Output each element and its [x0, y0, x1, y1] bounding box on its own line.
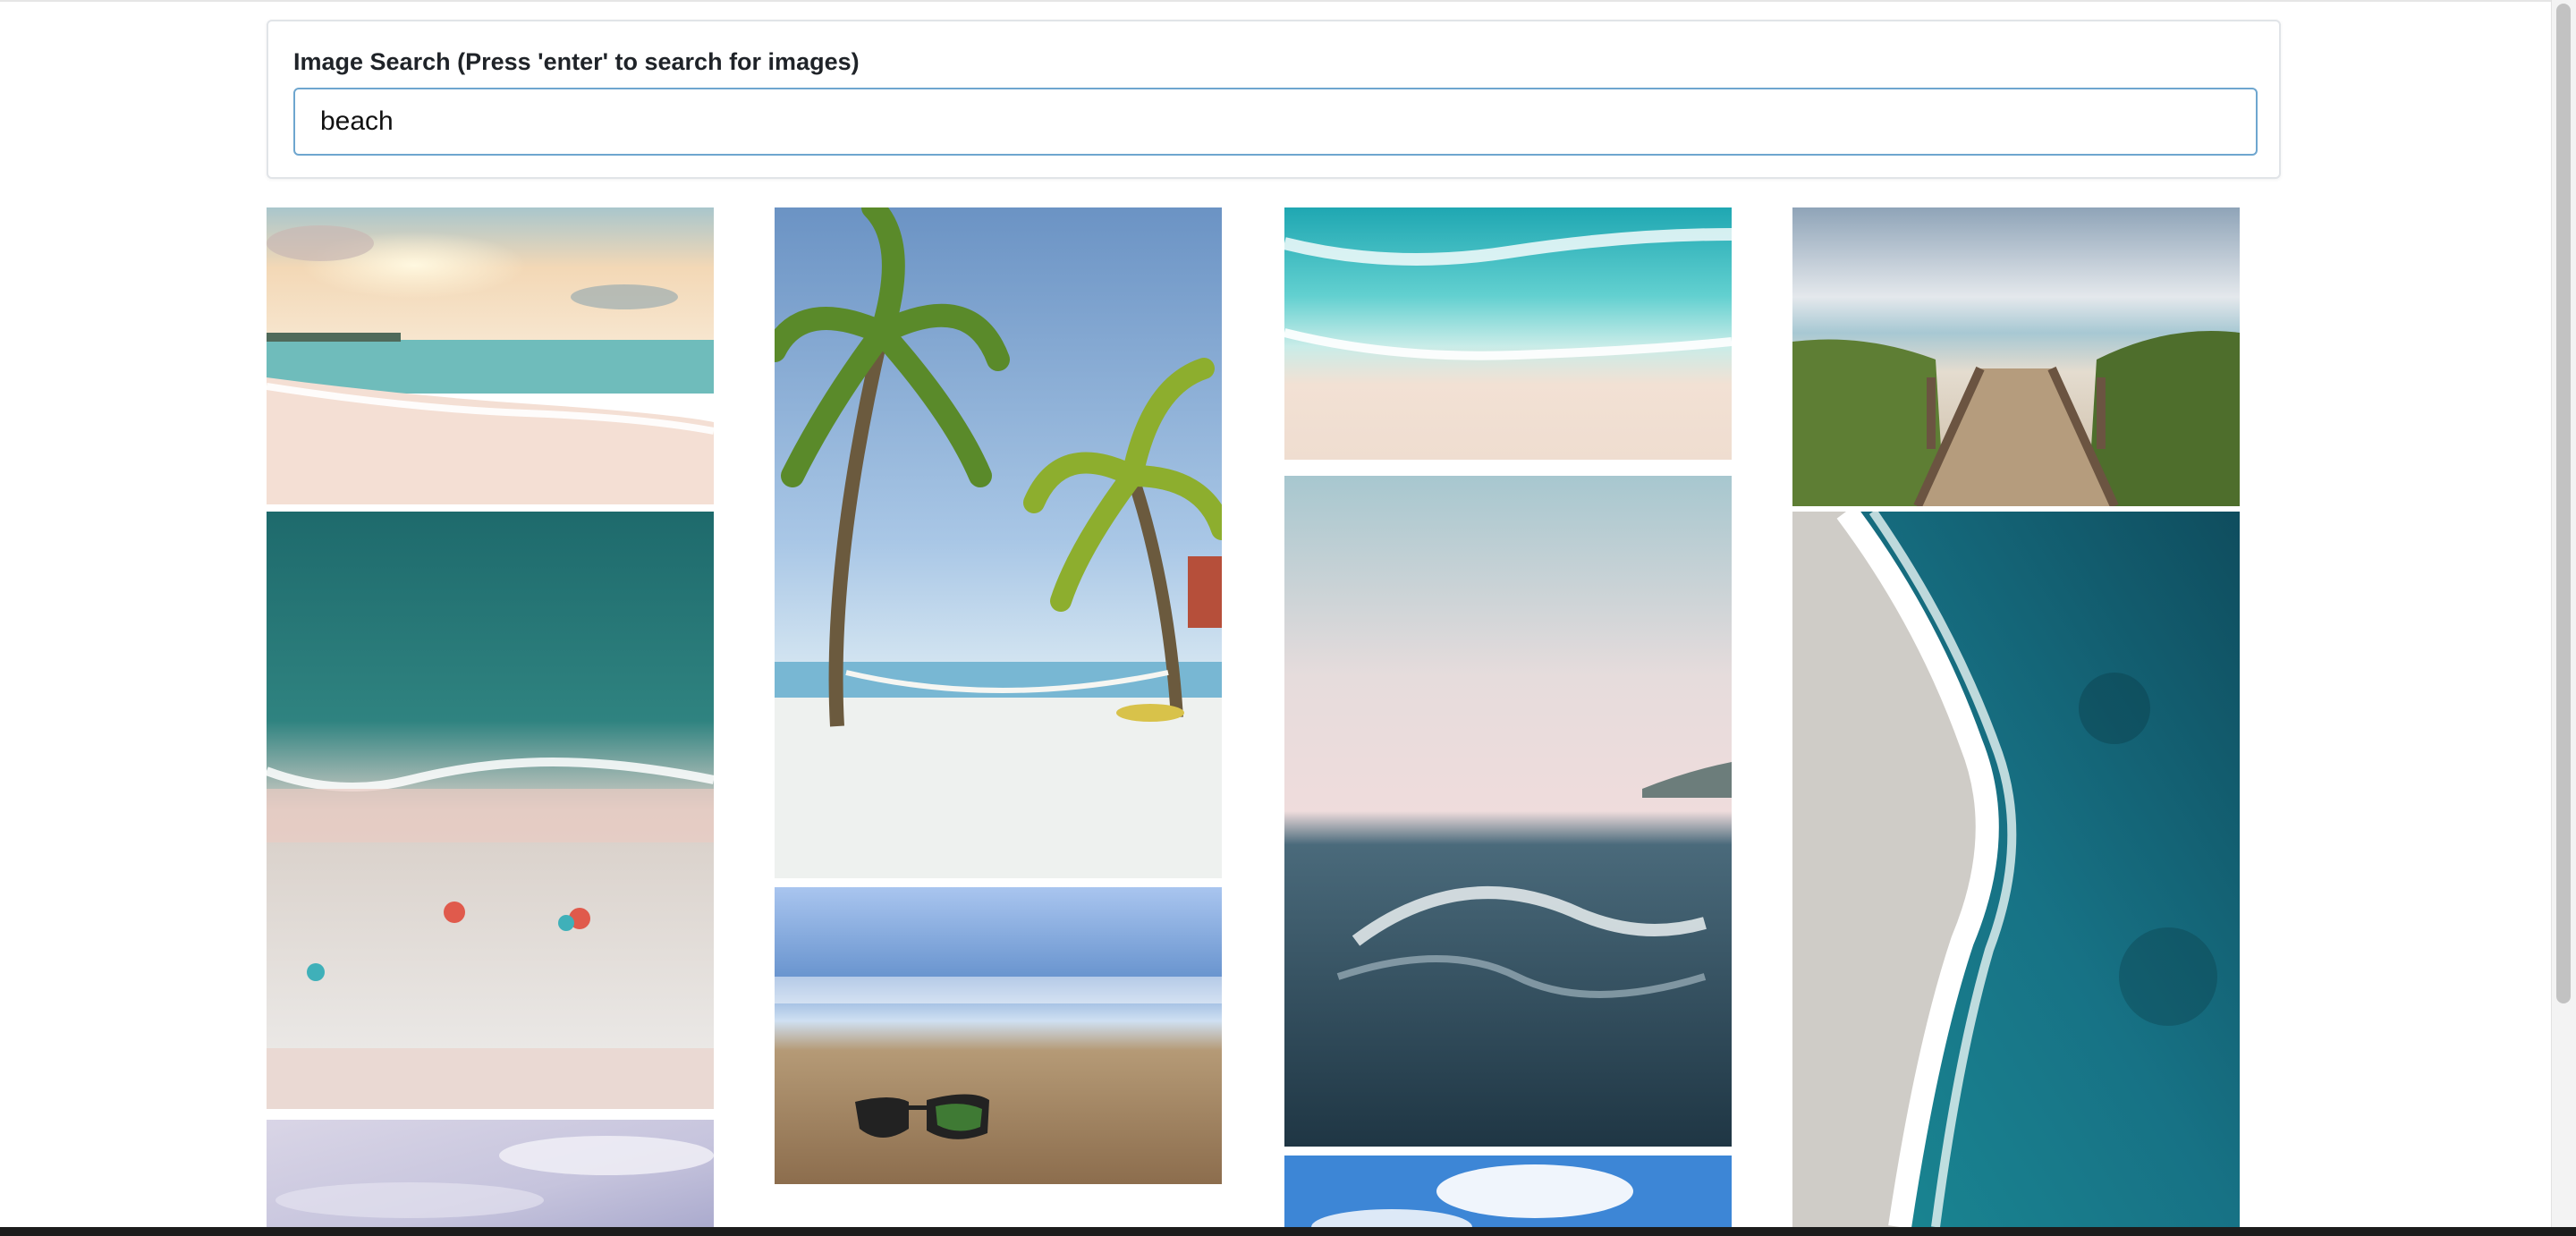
ocean-wave-image	[1284, 476, 1732, 1147]
aerial-beach-umbrellas-image	[267, 512, 714, 1109]
palm-trees-image	[775, 207, 1222, 878]
top-divider	[0, 0, 2551, 2]
image-result[interactable]	[775, 207, 1222, 878]
image-result[interactable]	[267, 207, 714, 504]
image-result[interactable]	[267, 512, 714, 1109]
scrollbar-thumb[interactable]	[2556, 4, 2571, 1003]
search-input[interactable]	[293, 88, 2258, 156]
image-result[interactable]	[1792, 512, 2240, 1227]
aerial-deep-blue-coast-image	[1792, 512, 2240, 1227]
image-result[interactable]	[1284, 1156, 1732, 1227]
image-result[interactable]	[267, 1120, 714, 1227]
beach-sunset-image	[267, 207, 714, 504]
aerial-turquoise-shoreline-image	[1284, 207, 1732, 460]
sunglasses-image	[775, 887, 1222, 1184]
image-result[interactable]	[775, 887, 1222, 1184]
search-label: Image Search (Press 'enter' to search fo…	[293, 48, 860, 75]
bottom-edge	[0, 1227, 2576, 1236]
blue-sky-clouds-image	[1284, 1156, 1732, 1227]
image-result[interactable]	[1284, 476, 1732, 1147]
search-card: Image Search (Press 'enter' to search fo…	[267, 20, 2281, 179]
page: Image Search (Press 'enter' to search fo…	[0, 0, 2551, 1227]
image-result[interactable]	[1284, 207, 1732, 460]
boardwalk-image	[1792, 207, 2240, 506]
image-result[interactable]	[1792, 207, 2240, 506]
cloudy-sky-image	[267, 1120, 714, 1227]
